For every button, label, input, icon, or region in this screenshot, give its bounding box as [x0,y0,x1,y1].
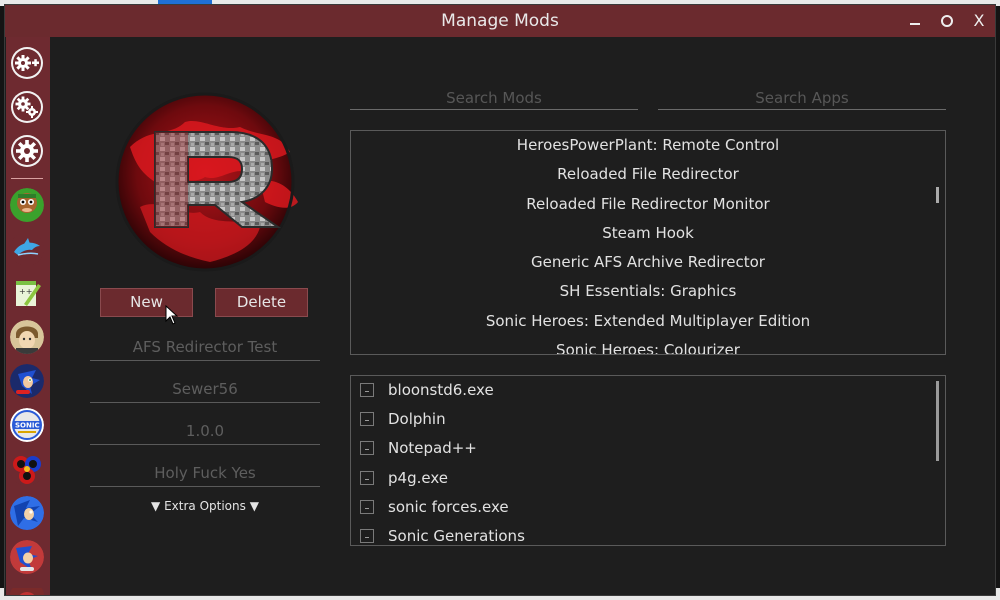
app-label: Sonic Generations [388,526,525,545]
app-list-item[interactable]: sonic forces.exe [351,493,945,522]
app-label: sonic forces.exe [388,497,509,516]
app-label: Notepad++ [388,439,477,458]
mods-list[interactable]: HeroesPowerPlant: Remote Control Reloade… [350,130,946,355]
maximize-button[interactable] [931,5,963,37]
mod-version-field[interactable]: 1.0.0 [90,420,320,445]
minimize-icon [910,23,920,25]
sidebar-app-sonic-forces[interactable] [10,364,44,398]
apps-scrollbar[interactable] [936,381,939,461]
sidebar: ++ SONIC [6,37,50,595]
reloaded-logo [115,92,298,272]
bloons-icon [10,188,44,222]
apps-list[interactable]: bloonstd6.exe Dolphin Notepad++ p4g.exe … [350,375,946,546]
settings-tool-button[interactable] [10,134,44,168]
close-button[interactable]: X [963,5,995,37]
mod-list-item[interactable]: Reloaded File Redirector Monitor [351,190,945,219]
mod-list-item[interactable]: HeroesPowerPlant: Remote Control [351,131,945,160]
window-title: Manage Mods [441,11,559,31]
svg-text:SONIC: SONIC [15,422,40,430]
app-list-item[interactable]: bloonstd6.exe [351,376,945,405]
mod-list-item[interactable]: Generic AFS Archive Redirector [351,248,945,277]
mod-description-field[interactable]: Holy Fuck Yes [90,462,320,487]
mod-list-item[interactable]: Sonic Heroes: Colourizer [351,336,945,354]
app-checkbox[interactable] [360,412,374,427]
app-checkbox[interactable] [360,383,374,397]
extra-options-toggle[interactable]: ▼ Extra Options ▼ [90,499,320,513]
maximize-icon [941,15,953,27]
mod-list-item[interactable]: Sonic Heroes: Extended Multiplayer Editi… [351,307,945,336]
search-mods-input[interactable]: Search Mods [350,87,638,110]
app-label: bloonstd6.exe [388,381,494,399]
mod-list-item[interactable]: SH Essentials: Graphics [351,277,945,306]
mod-author-field[interactable]: Sewer56 [90,378,320,403]
sidebar-app-sonic-generations[interactable]: SONIC [10,408,44,442]
sidebar-app-sonic-mania[interactable] [10,540,44,574]
sidebar-app-persona[interactable] [10,320,44,354]
sidebar-app-notepad-plus-plus[interactable]: ++ [10,276,44,310]
mod-name-field[interactable]: AFS Redirector Test [90,336,320,361]
dolphin-icon [10,232,44,266]
sidebar-app-partial[interactable] [10,584,44,595]
mod-list-item[interactable]: Reloaded File Redirector [351,160,945,189]
gears-icon [11,91,43,123]
sonic-forces-icon [10,364,44,398]
app-checkbox[interactable] [360,528,374,543]
sidebar-app-dolphin[interactable] [10,232,44,266]
sonic-icon-mania [10,540,44,574]
partial-app-icon [10,588,44,595]
sonic-generations-icon: SONIC [10,408,44,442]
sidebar-app-bloons[interactable] [10,188,44,222]
sonic-icon-blue [10,496,44,530]
sidebar-app-sonic-blue[interactable] [10,496,44,530]
mod-list-item[interactable]: Steam Hook [351,219,945,248]
title-bar[interactable]: Manage Mods X [5,5,995,37]
minimize-button[interactable] [899,5,931,37]
app-checkbox[interactable] [360,499,374,514]
app-label: p4g.exe [388,468,448,487]
app-list-item[interactable]: Dolphin [351,405,945,434]
delete-mod-button[interactable]: Delete [215,288,308,317]
add-mod-tool-button[interactable] [10,46,44,80]
mouse-cursor-icon [165,305,179,325]
app-list-item[interactable]: p4g.exe [351,464,945,493]
mod-loader-tool-button[interactable] [10,90,44,124]
app-list-item[interactable]: Notepad++ [351,434,945,463]
mods-scrollbar[interactable] [936,187,939,203]
sidebar-divider [11,178,43,179]
app-checkbox[interactable] [360,470,374,485]
settings-gear-icon [11,135,43,167]
svg-text:++: ++ [19,287,32,296]
app-list-item[interactable]: Sonic Generations [351,522,945,545]
notepad-plus-plus-icon: ++ [10,276,44,310]
manage-mods-window: Manage Mods X ++ SONIC New Delete AFS Re… [4,4,996,596]
app-label: Dolphin [388,410,446,429]
search-apps-input[interactable]: Search Apps [658,87,946,110]
sidebar-app-sonic-heroes[interactable] [10,452,44,486]
add-gear-icon [11,47,43,79]
app-checkbox[interactable] [360,441,374,456]
sonic-heroes-icon [10,452,44,486]
persona-icon [10,320,44,354]
new-mod-button[interactable]: New [100,288,193,317]
